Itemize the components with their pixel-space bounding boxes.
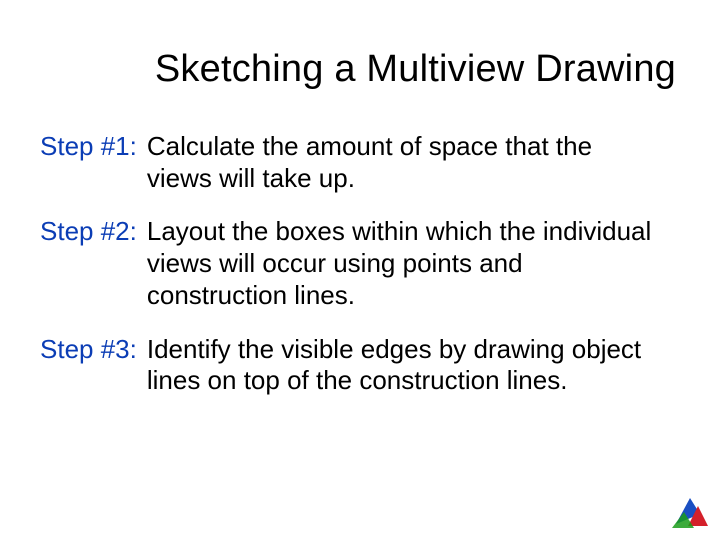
pltw-logo-icon — [670, 496, 710, 530]
page-title: Sketching a Multiview Drawing — [36, 48, 684, 91]
slide: Sketching a Multiview Drawing Step #1: C… — [0, 0, 720, 397]
step-text: Calculate the amount of space that the v… — [137, 131, 657, 194]
list-item: Step #1: Calculate the amount of space t… — [40, 131, 684, 194]
step-list: Step #1: Calculate the amount of space t… — [36, 131, 684, 397]
list-item: Step #2: Layout the boxes within which t… — [40, 216, 684, 311]
list-item: Step #3: Identify the visible edges by d… — [40, 334, 684, 397]
step-text: Layout the boxes within which the indivi… — [137, 216, 657, 311]
step-label: Step #1: — [40, 131, 137, 194]
step-label: Step #3: — [40, 334, 137, 397]
step-label: Step #2: — [40, 216, 137, 311]
step-text: Identify the visible edges by drawing ob… — [137, 334, 657, 397]
